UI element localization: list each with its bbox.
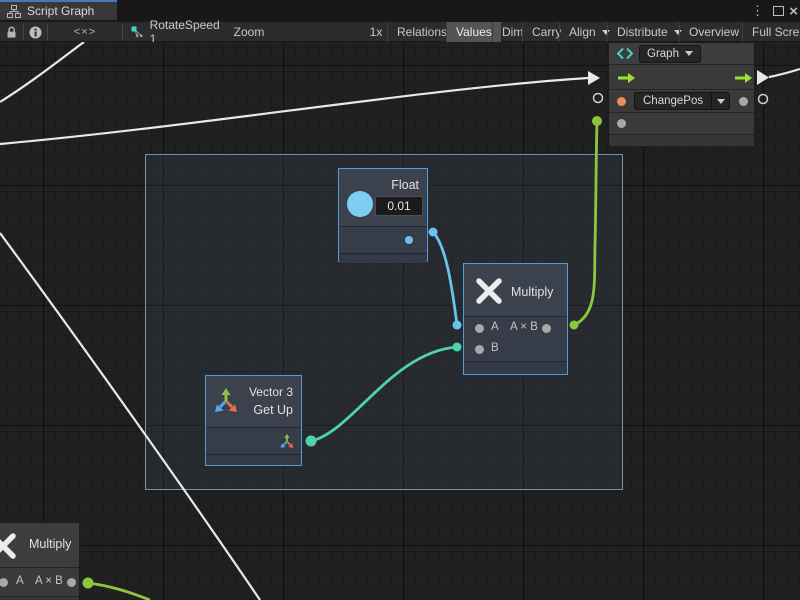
dropdown-caret-icon [685,51,693,56]
empty-port-anchor-right[interactable] [759,95,768,104]
node-subtitle: Get Up [253,403,293,417]
code-icon: <×> [74,26,96,38]
output-port-dot[interactable] [739,97,748,106]
node-title: Multiply [29,537,71,551]
flow-in-arrow-icon[interactable] [618,72,636,84]
event-port-dot[interactable] [617,97,626,106]
graph-reference-button[interactable]: RotateSpeed 1 [123,22,227,42]
code-view-button[interactable]: <×> [48,22,122,42]
float-node[interactable]: Float 0.01 [338,168,428,262]
port-a-dot[interactable] [475,324,484,333]
port-b-dot[interactable] [475,345,484,354]
port-row [206,427,301,454]
extra-port-row [609,112,754,134]
port-row: A A × B [0,567,79,596]
graph-dropdown[interactable]: Graph [639,45,701,63]
tab-script-graph[interactable]: Script Graph [0,0,117,20]
flow-wire-out-right[interactable] [769,69,800,77]
graph-io-node[interactable]: Graph ChangePos [608,42,755,147]
graph-reference-icon [131,26,144,38]
wire-anchor-multiply2-out[interactable] [83,578,94,589]
zoom-label: Zoom [232,22,266,42]
lock-icon [6,26,17,39]
node-footer [339,253,427,263]
lock-button[interactable] [0,22,23,42]
float-output-port-dot[interactable] [405,236,413,244]
multiply-x-icon [474,276,504,306]
port-out-dot[interactable] [67,578,76,587]
wire-multiply2-out[interactable] [88,583,150,600]
vector3-getup-node[interactable]: Vector 3 Get Up [205,375,302,466]
changepos-dropdown[interactable]: ChangePos [634,92,730,110]
node-footer [609,134,754,146]
info-icon [29,26,42,39]
port-out-dot[interactable] [542,324,551,333]
flow-port-row [609,64,754,89]
node-footer [206,454,301,465]
graph-toolbar: <×> RotateSpeed 1 Zoom 1x Relations Valu… [0,22,800,42]
window-close-icon[interactable]: × [789,0,798,22]
flow-wire-into-graph-node[interactable] [0,78,588,144]
port-rows: A A × B B [464,316,567,361]
vector3-arrows-icon [214,388,240,414]
wire-anchor-changepos-in[interactable] [592,116,602,126]
window-menu-icon[interactable]: ⋮ [751,0,764,22]
empty-port-anchor-left[interactable] [594,94,603,103]
float-value-field[interactable]: 0.01 [375,196,423,216]
unity-script-graph-window: Script Graph ⋮ × <×> [0,0,800,600]
fullscreen-button[interactable]: Full Screen [742,22,800,42]
node-title: Float [391,178,419,192]
vector3-output-port-icon[interactable] [280,434,295,449]
code-brackets-icon [617,48,633,59]
window-maximize-icon[interactable] [773,0,784,22]
flow-arrow-anchor-left[interactable] [588,71,600,85]
info-button[interactable] [24,22,47,42]
node-footer [0,596,79,600]
flow-out-arrow-icon[interactable] [735,72,753,84]
multiply-node[interactable]: Multiply A A × B B [463,263,568,375]
flow-wire-top-left[interactable] [0,42,84,102]
multiply-node-2[interactable]: Multiply A A × B [0,522,80,600]
graph-canvas[interactable]: Graph ChangePos [0,42,800,600]
tab-bar: Script Graph ⋮ × [0,0,800,22]
overview-button[interactable]: Overview [679,22,748,42]
port-row [339,226,427,253]
changepos-port-row: ChangePos [609,89,754,112]
node-title: Vector 3 [249,385,293,399]
port-a-dot[interactable] [0,578,8,587]
flow-arrow-anchor-right[interactable] [757,70,769,85]
node-title: Multiply [511,285,553,299]
input-port-dot[interactable] [617,119,626,128]
node-footer [464,361,567,374]
script-graph-icon [7,5,21,18]
zoom-value: 1x [366,22,386,42]
multiply-x-icon [0,531,18,561]
tab-label: Script Graph [27,4,94,18]
dropdown-caret-icon [717,99,725,104]
float-type-icon [347,191,373,217]
